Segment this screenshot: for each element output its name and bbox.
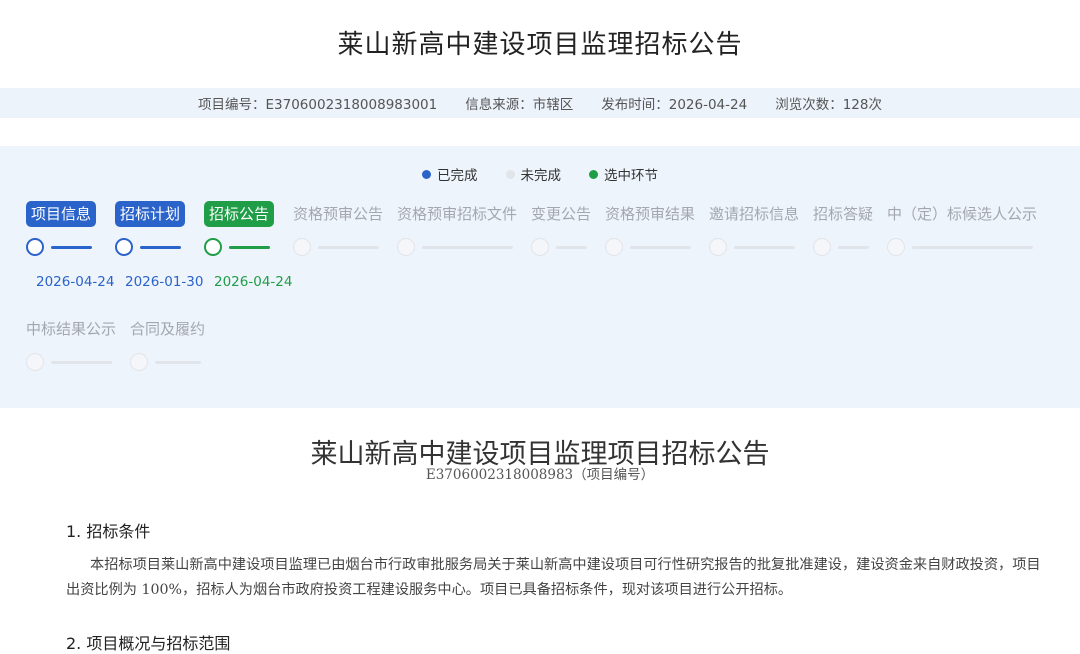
document-project-number: E3706002318008983（项目编号）: [425, 467, 655, 483]
stage-3-connector: [229, 246, 270, 249]
legend-completed-label: 已完成: [437, 168, 478, 184]
stage-1-label[interactable]: 项目信息: [26, 201, 97, 227]
stage-4-connector: [318, 246, 379, 249]
stage-8-node-icon: [709, 238, 727, 256]
stage-5-node-icon: [397, 238, 415, 256]
stage-6-node-icon: [531, 238, 549, 256]
info-source: 信息来源：市辖区: [465, 97, 574, 113]
legend-incomplete-label: 未完成: [520, 168, 562, 184]
stage-4-label[interactable]: 资格预审公告: [293, 201, 383, 227]
stage-8-label[interactable]: 邀请招标信息: [709, 201, 799, 227]
legend: 已完成 未完成 选中环节: [0, 164, 1080, 184]
view-count: 浏览次数：128次: [775, 97, 882, 113]
stage-12-node-icon: [130, 353, 148, 371]
stage-7-node-icon: [605, 238, 623, 256]
stage-11-label[interactable]: 中标结果公示: [26, 316, 116, 342]
legend-incomplete: 未完成: [505, 164, 562, 184]
stage-6-connector: [556, 246, 587, 249]
section-1-text: 本招标项目莱山新高中建设项目监理已由烟台市行政审批服务局关于莱山新高中建设项目可…: [66, 557, 1041, 598]
stage-3-node-icon: [204, 238, 222, 256]
stage-8-connector: [734, 246, 795, 249]
legend-selected-label: 选中环节: [604, 168, 658, 184]
stage-6-label[interactable]: 变更公告: [531, 201, 591, 227]
stage-3-label[interactable]: 招标公告: [204, 201, 275, 227]
section-1-heading: 1. 招标条件: [66, 522, 151, 541]
stage-11-connector: [51, 361, 112, 364]
progress-panel: 已完成 未完成 选中环节 项目信息 2026-04-24 招标计划 2026-01-3…: [0, 146, 1080, 408]
stage-12-connector: [155, 361, 201, 364]
project-number: 项目编号：E3706002318008983001: [198, 97, 438, 113]
stage-12-label[interactable]: 合同及履约: [130, 316, 205, 342]
section-2-heading: 2. 项目概况与招标范围: [66, 634, 231, 653]
stage-4-node-icon: [293, 238, 311, 256]
stage-1-node-icon: [26, 238, 44, 256]
legend-selected: 选中环节: [589, 164, 658, 184]
stage-1-date: 2026-04-24: [36, 274, 115, 290]
completed-dot-icon: [422, 169, 431, 179]
stage-11-node-icon: [26, 353, 44, 371]
stage-10-node-icon: [887, 238, 905, 256]
incomplete-dot-icon: [505, 169, 515, 179]
stage-5-connector: [422, 246, 513, 249]
stage-2-connector: [140, 246, 181, 249]
stage-9-connector: [838, 246, 869, 249]
stage-9-node-icon: [813, 238, 831, 256]
page-title: 莱山新高中建设项目监理招标公告: [337, 30, 743, 60]
stage-2-label[interactable]: 招标计划: [115, 201, 186, 227]
stage-5-label[interactable]: 资格预审招标文件: [397, 201, 517, 227]
stage-7-connector: [630, 246, 691, 249]
legend-completed: 已完成: [422, 164, 478, 184]
stage-2-node-icon: [115, 238, 133, 256]
meta-bar: 项目编号：E3706002318008983001 信息来源：市辖区 发布时间：…: [0, 88, 1080, 118]
publish-time: 发布时间：2026-04-24: [601, 97, 748, 113]
stage-7-label[interactable]: 资格预审结果: [605, 201, 695, 227]
stage-9-label[interactable]: 招标答疑: [813, 201, 873, 227]
stage-3-date: 2026-04-24: [214, 274, 293, 290]
stage-1-connector: [51, 246, 92, 249]
selected-dot-icon: [589, 169, 598, 179]
stage-10-connector: [912, 246, 1033, 249]
stage-10-label[interactable]: 中（定）标候选人公示: [887, 201, 1037, 227]
stage-2-date: 2026-01-30: [125, 274, 204, 290]
